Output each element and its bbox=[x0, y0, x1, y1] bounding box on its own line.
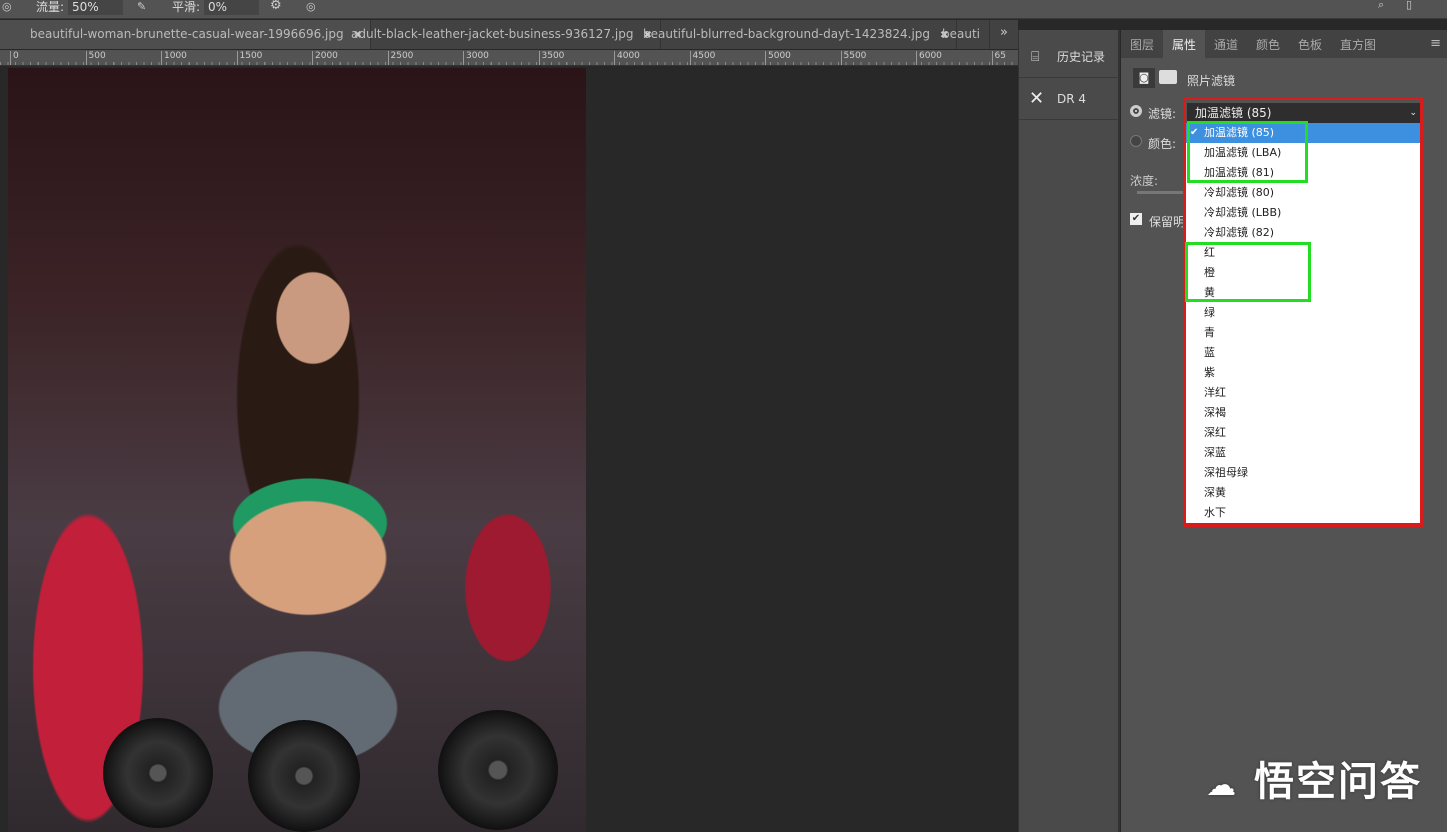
flow-label: 流量: bbox=[36, 0, 65, 14]
panel-title: 照片滤镜 bbox=[1187, 74, 1236, 88]
dumbbell bbox=[103, 718, 213, 828]
panel-tabs: 图层 属性 通道 颜色 色板 直方图 bbox=[1121, 30, 1447, 58]
camera-adjustment-icon: ◙ bbox=[1133, 68, 1155, 88]
panel-menu-icon[interactable]: ≡ bbox=[1430, 36, 1441, 51]
ruler-tick-label: 0 bbox=[10, 51, 19, 65]
panel-tab[interactable]: 图层 bbox=[1121, 30, 1163, 58]
history-label: 历史记录 bbox=[1057, 50, 1106, 64]
dumbbell bbox=[248, 720, 360, 832]
ruler-tick-label: 5000 bbox=[765, 51, 791, 65]
density-slider[interactable] bbox=[1137, 191, 1187, 194]
history-panel-button[interactable]: ⌸ 历史记录 bbox=[1019, 36, 1119, 78]
ruler-tick-label: 5500 bbox=[840, 51, 866, 65]
preserve-luminosity-checkbox[interactable]: ✔ bbox=[1130, 213, 1142, 225]
dumbbell bbox=[438, 710, 558, 830]
filter-radio[interactable] bbox=[1130, 105, 1142, 117]
green-highlight-box bbox=[1185, 242, 1311, 302]
ruler-tick-label: 1000 bbox=[161, 51, 187, 65]
action-label: DR 4 bbox=[1057, 92, 1087, 106]
tab-label: beauti bbox=[942, 27, 980, 41]
document-tabs: ✖ beautiful-woman-brunette-casual-wear-1… bbox=[0, 20, 1018, 49]
tab-label: adult-black-leather-jacket-business-9361… bbox=[351, 27, 634, 41]
tabs-overflow-icon[interactable]: » bbox=[1000, 25, 1008, 40]
options-bar: ◎ 流量: 50% ✎ 平滑: 0% ⚙ ◎ ⌕ ▯ bbox=[0, 0, 1447, 19]
ruler-tick-label: 2500 bbox=[387, 51, 413, 65]
green-highlight-box bbox=[1187, 121, 1308, 183]
history-panel-dock: ⌸ 历史记录 ✕ DR 4 bbox=[1018, 30, 1120, 832]
tab-document-2[interactable]: adult-black-leather-jacket-business-9361… bbox=[340, 20, 661, 49]
ruler-tick-label: 6000 bbox=[916, 51, 942, 65]
canvas-photo[interactable] bbox=[8, 68, 586, 832]
tab-label: beautiful-blurred-background-dayt-142382… bbox=[643, 27, 931, 41]
ruler-tick-label: 4000 bbox=[614, 51, 640, 65]
tab-label: beautiful-woman-brunette-casual-wear-199… bbox=[30, 27, 344, 41]
brush-tools-icon: ✕ bbox=[1029, 88, 1045, 109]
flow-input[interactable]: 50% bbox=[68, 0, 123, 15]
brush-tool-icon[interactable]: ◎ bbox=[2, 0, 12, 13]
panel-tab[interactable]: 直方图 bbox=[1331, 30, 1385, 58]
ruler-tick-label: 500 bbox=[85, 51, 106, 65]
action-dr4-button[interactable]: ✕ DR 4 bbox=[1019, 78, 1119, 120]
smoothing-input[interactable]: 0% bbox=[204, 0, 259, 15]
mask-icon[interactable] bbox=[1159, 70, 1177, 84]
panel-tab[interactable]: 通道 bbox=[1205, 30, 1247, 58]
ruler-tick-label: 3000 bbox=[463, 51, 489, 65]
color-label: 颜色: bbox=[1148, 137, 1177, 151]
airbrush-icon[interactable]: ✎ bbox=[137, 0, 146, 13]
ruler-tick-label: 65 bbox=[991, 51, 1006, 65]
color-radio[interactable] bbox=[1130, 135, 1142, 147]
watermark-text: 悟空问答 bbox=[1254, 759, 1422, 805]
smoothing-label: 平滑: bbox=[172, 0, 201, 14]
ruler-tick-label: 1500 bbox=[236, 51, 262, 65]
workspace-icon[interactable]: ▯ bbox=[1406, 0, 1412, 11]
ruler-tick-label: 3500 bbox=[538, 51, 564, 65]
logo-icon: ☁ bbox=[1206, 768, 1239, 803]
tab-document-1[interactable]: beautiful-woman-brunette-casual-wear-199… bbox=[0, 20, 371, 49]
filter-label: 滤镜: bbox=[1148, 107, 1177, 121]
pressure-icon[interactable]: ◎ bbox=[306, 0, 316, 13]
watermark-logo: ☁ 悟空问答 bbox=[1206, 752, 1422, 812]
preserve-luminosity-label: 保留明 bbox=[1149, 215, 1186, 229]
tab-document-3[interactable]: beautiful-blurred-background-dayt-142382… bbox=[632, 20, 958, 49]
history-icon: ⌸ bbox=[1031, 49, 1040, 65]
panel-tab[interactable]: 颜色 bbox=[1247, 30, 1289, 58]
search-icon[interactable]: ⌕ bbox=[1378, 0, 1384, 12]
panel-tab[interactable]: 属性 bbox=[1163, 30, 1206, 58]
tab-document-4[interactable]: beauti bbox=[932, 20, 990, 49]
panel-tab[interactable]: 色板 bbox=[1289, 30, 1331, 58]
ruler-tick-label: 4500 bbox=[689, 51, 715, 65]
ruler-tick-label: 2000 bbox=[312, 51, 338, 65]
density-label: 浓度: bbox=[1130, 174, 1159, 188]
gear-icon[interactable]: ⚙ bbox=[270, 0, 282, 13]
